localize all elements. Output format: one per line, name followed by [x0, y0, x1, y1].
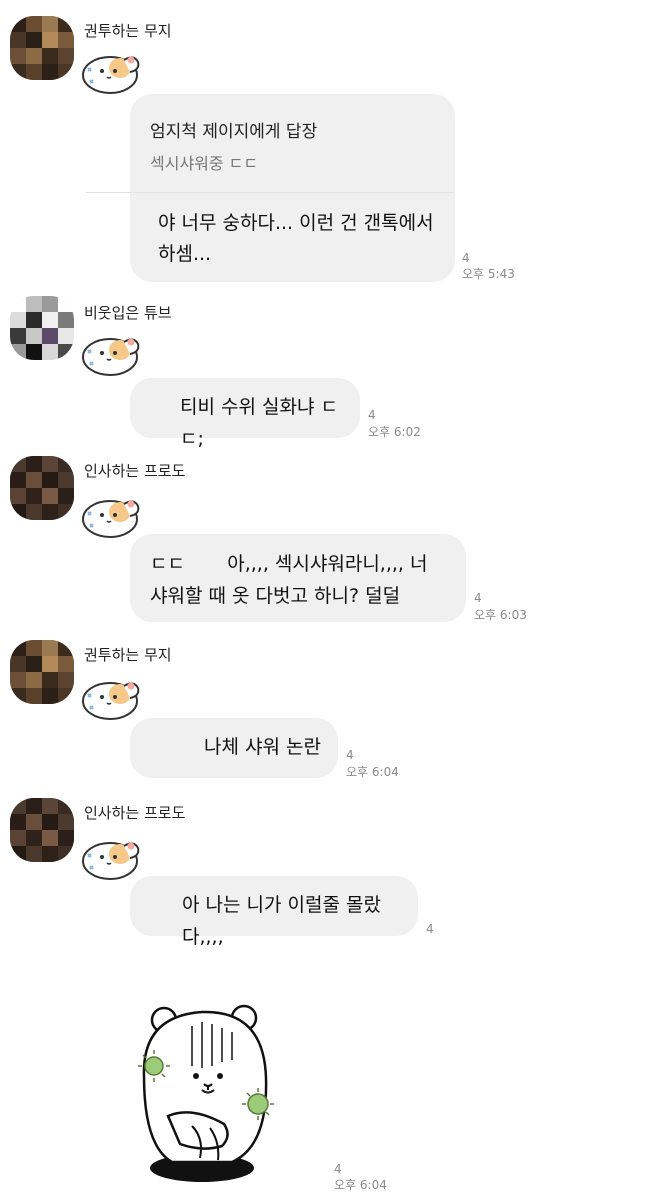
- message-time: 오후 6:03: [474, 608, 527, 622]
- sender-name: 인사하는 프로도: [84, 804, 186, 822]
- unread-count: 4: [334, 1162, 342, 1176]
- hamster-sticker-icon: [82, 682, 140, 720]
- hamster-sticker-icon: [82, 842, 140, 880]
- avatar[interactable]: [10, 798, 74, 862]
- unread-count: 4: [368, 408, 376, 422]
- message-time: 오후 6:04: [334, 1178, 387, 1192]
- reply-divider: [86, 192, 454, 193]
- avatar[interactable]: [10, 296, 74, 360]
- bear-sticker-icon[interactable]: [132, 996, 282, 1186]
- avatar[interactable]: [10, 640, 74, 704]
- hamster-sticker-icon: [82, 338, 140, 376]
- sender-name: 인사하는 프로도: [84, 462, 186, 480]
- sender-name: 비웃입은 튜브: [84, 304, 172, 322]
- hamster-sticker-icon: [82, 500, 140, 538]
- unread-count: 4: [462, 251, 470, 265]
- message-bubble[interactable]: 티비 수위 실화냐 ㄷㄷ;: [130, 378, 360, 450]
- unread-count: 4: [474, 591, 482, 605]
- unread-count: 4: [346, 748, 354, 762]
- quoted-message: 섹시샤워중 ㄷㄷ: [150, 154, 259, 173]
- message-bubble[interactable]: 아 나는 니가 이럴줄 몰랐다,,,,: [130, 876, 418, 948]
- message-time: 오후 6:04: [346, 765, 399, 779]
- reply-to-label: 엄지척 제이지에게 답장: [150, 122, 318, 142]
- message-bubble-reply[interactable]: 엄지척 제이지에게 답장 섹시샤워중 ㄷㄷ 야 너무 숭하다... 이런 건 갠…: [86, 94, 455, 282]
- avatar[interactable]: [10, 456, 74, 520]
- message-text: 아 나는 니가 이럴줄 몰랐다,,,,: [182, 894, 381, 948]
- message-time: 오후 6:02: [368, 425, 421, 439]
- avatar[interactable]: [10, 16, 74, 80]
- sender-name: 권투하는 무지: [84, 646, 172, 664]
- message-text: 나체 샤워 논란: [204, 736, 321, 758]
- message-bubble[interactable]: ㄷㄷ 아,,,, 섹시샤워라니,,,, 너 샤워할 때 옷 다벗고 하니? 덜덜: [130, 534, 466, 622]
- message-text: 야 너무 숭하다... 이런 건 갠톡에서 하셈...: [158, 212, 434, 265]
- message-text: ㄷㄷ 아,,,, 섹시샤워라니,,,, 너 샤워할 때 옷 다벗고 하니? 덜덜: [150, 553, 434, 607]
- message-text: 티비 수위 실화냐 ㄷㄷ;: [180, 396, 338, 450]
- message-bubble[interactable]: 나체 샤워 논란: [130, 718, 338, 778]
- unread-count: 4: [426, 922, 434, 936]
- message-time: 오후 5:43: [462, 267, 515, 281]
- sender-name: 권투하는 무지: [84, 22, 172, 40]
- hamster-sticker-icon: [82, 56, 140, 94]
